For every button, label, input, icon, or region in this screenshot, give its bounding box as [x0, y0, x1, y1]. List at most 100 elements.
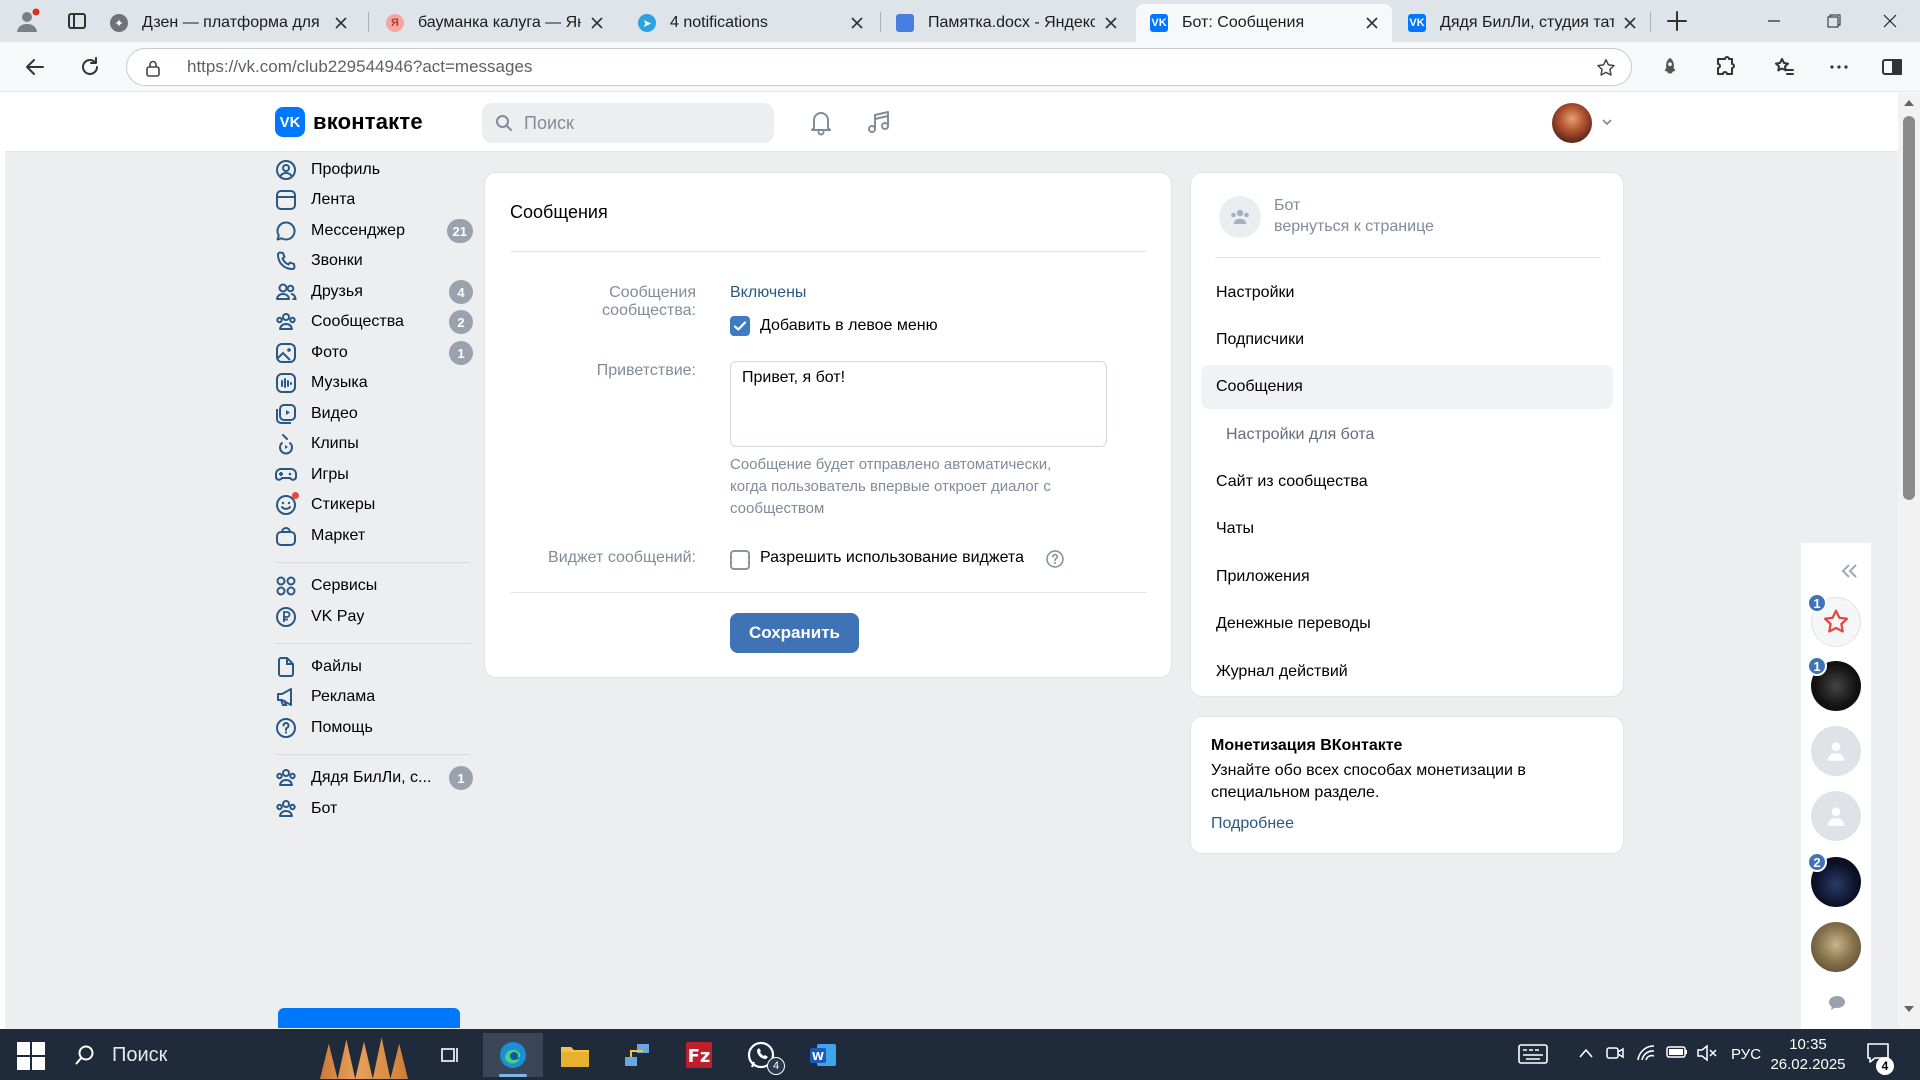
music-note-icon[interactable]	[864, 107, 894, 137]
nav-action-log[interactable]: Журнал действий	[1201, 650, 1613, 694]
close-tab-icon[interactable]	[1622, 15, 1638, 31]
menu-item-ads[interactable]: Реклама	[275, 680, 475, 714]
favorites-icon[interactable]	[1769, 52, 1799, 82]
back-to-page-link[interactable]: вернуться к странице	[1274, 218, 1434, 236]
menu-item-vkpay[interactable]: VK Pay	[275, 600, 475, 634]
menu-item-music[interactable]: Музыка	[275, 366, 475, 400]
nav-subscribers[interactable]: Подписчики	[1201, 318, 1613, 362]
widget-checkbox[interactable]	[730, 550, 750, 570]
monetization-more-link[interactable]: Подробнее	[1211, 815, 1294, 833]
windows-start-icon[interactable]	[14, 1039, 48, 1073]
menu-item-stickers[interactable]: Стикеры	[275, 488, 475, 522]
menu-item-games[interactable]: Игры	[275, 458, 475, 492]
user-avatar[interactable]	[1552, 103, 1592, 143]
browser-tab[interactable]: Памятка.docx - Яндекс До	[882, 4, 1131, 42]
wifi-icon[interactable]	[1636, 1044, 1656, 1062]
keyboard-layout-icon[interactable]	[1518, 1043, 1548, 1065]
add-left-menu-checkbox[interactable]	[730, 316, 750, 336]
taskbar-search[interactable]: Поиск	[62, 1035, 437, 1079]
more-menu-icon[interactable]	[1824, 52, 1854, 82]
nav-money-transfers[interactable]: Денежные переводы	[1201, 602, 1613, 646]
nav-chats[interactable]: Чаты	[1201, 507, 1613, 551]
minimize-button[interactable]	[1744, 0, 1804, 42]
clock[interactable]: 10:35 26.02.2025	[1770, 1035, 1846, 1075]
browser-tab[interactable]: Я бауманка калуга — Яндекс	[372, 4, 617, 42]
profile-icon[interactable]	[12, 6, 42, 36]
close-tab-icon[interactable]	[1103, 15, 1119, 31]
browser-tab[interactable]: VK Дядя БилЛи, студия тату, п	[1394, 4, 1650, 42]
favorite-star-icon[interactable]	[1595, 57, 1617, 79]
close-tab-icon[interactable]	[849, 15, 865, 31]
chat-bubble-icon[interactable]	[1827, 993, 1847, 1013]
group-avatar[interactable]	[1219, 196, 1261, 238]
vk-search-input[interactable]: Поиск	[482, 103, 774, 143]
menu-item-communities[interactable]: Сообщества 2	[275, 305, 475, 339]
chat-avatar-owl[interactable]	[1811, 922, 1861, 972]
promo-banner-edge[interactable]	[278, 1008, 460, 1028]
scrollbar-thumb[interactable]	[1903, 116, 1915, 500]
new-tab-plus-icon[interactable]	[1662, 6, 1692, 36]
widget-checkbox-label[interactable]: Разрешить использование виджета	[760, 549, 1024, 567]
group-name[interactable]: Бот	[1274, 197, 1300, 215]
menu-item-video[interactable]: Видео	[275, 397, 475, 431]
close-tab-icon[interactable]	[1364, 15, 1380, 31]
nav-bot-settings[interactable]: Настройки для бота	[1201, 413, 1613, 457]
nav-messages[interactable]: Сообщения	[1201, 365, 1613, 409]
maximize-button[interactable]	[1804, 0, 1864, 42]
browser-tab[interactable]: ➤ 4 notifications	[624, 4, 877, 42]
browser-tab[interactable]: ✦ Дзен — платформа для пр	[96, 4, 361, 42]
file-explorer-icon[interactable]	[545, 1033, 605, 1077]
tray-chevron-up-icon[interactable]	[1578, 1047, 1594, 1059]
chevron-down-icon[interactable]	[1600, 115, 1614, 129]
chat-avatar-placeholder[interactable]	[1811, 791, 1861, 841]
word-icon[interactable]: W	[793, 1033, 853, 1077]
browser-tab-active[interactable]: VK Бот: Сообщения	[1136, 4, 1392, 42]
community-messages-status-link[interactable]: Включены	[730, 284, 806, 302]
add-left-menu-label[interactable]: Добавить в левое меню	[760, 317, 938, 335]
menu-item-calls[interactable]: Звонки	[275, 244, 475, 278]
question-help-icon[interactable]	[1045, 549, 1065, 569]
meet-camera-icon[interactable]	[1606, 1044, 1624, 1062]
menu-item-messenger[interactable]: Мессенджер 21	[275, 214, 475, 248]
menu-item-community-bot[interactable]: Бот	[275, 792, 475, 826]
extension-rocket-icon[interactable]	[1655, 52, 1685, 82]
close-window-button[interactable]	[1860, 0, 1920, 42]
url-text[interactable]: https://vk.com/club229544946?act=message…	[187, 57, 532, 77]
back-arrow-icon[interactable]	[20, 52, 50, 82]
menu-item-clips[interactable]: Клипы	[275, 427, 475, 461]
bell-icon[interactable]	[806, 107, 836, 137]
chat-avatar-placeholder[interactable]	[1811, 726, 1861, 776]
lock-icon[interactable]	[145, 59, 161, 77]
battery-icon[interactable]	[1666, 1045, 1688, 1059]
menu-item-friends[interactable]: Друзья 4	[275, 275, 475, 309]
tab-actions-icon[interactable]	[62, 6, 92, 36]
nav-apps[interactable]: Приложения	[1201, 555, 1613, 599]
close-tab-icon[interactable]	[589, 15, 605, 31]
network-app-icon[interactable]	[607, 1033, 667, 1077]
menu-item-profile[interactable]: Профиль	[275, 153, 475, 187]
nav-community-site[interactable]: Сайт из сообщества	[1201, 460, 1613, 504]
scroll-up-arrow-icon[interactable]	[1902, 97, 1916, 109]
edge-browser-icon[interactable]	[483, 1033, 543, 1077]
close-tab-icon[interactable]	[333, 15, 349, 31]
vk-logo[interactable]: VK вконтакте	[275, 107, 423, 137]
volume-muted-icon[interactable]	[1696, 1044, 1718, 1062]
scroll-down-arrow-icon[interactable]	[1902, 1003, 1916, 1015]
collapse-chevrons-icon[interactable]	[1837, 559, 1861, 583]
menu-item-photo[interactable]: Фото 1	[275, 336, 475, 370]
menu-item-feed[interactable]: Лента	[275, 183, 475, 217]
extensions-puzzle-icon[interactable]	[1710, 52, 1740, 82]
save-button[interactable]: Сохранить	[730, 613, 859, 653]
menu-item-market[interactable]: Маркет	[275, 519, 475, 553]
whatsapp-icon[interactable]: 4	[731, 1033, 791, 1077]
task-view-icon[interactable]	[420, 1033, 480, 1077]
language-indicator[interactable]: РУС	[1731, 1046, 1761, 1063]
greeting-textarea[interactable]: Привет, я бот!	[730, 361, 1107, 447]
menu-item-help[interactable]: Помощь	[275, 711, 475, 745]
reload-icon[interactable]	[75, 52, 105, 82]
address-bar[interactable]: https://vk.com/club229544946?act=message…	[126, 48, 1632, 86]
sidebar-toggle-icon[interactable]	[1877, 52, 1907, 82]
menu-item-services[interactable]: Сервисы	[275, 569, 475, 603]
filezilla-icon[interactable]: Fz	[669, 1033, 729, 1077]
menu-item-community-billy[interactable]: Дядя БилЛи, с... 1	[275, 761, 475, 795]
